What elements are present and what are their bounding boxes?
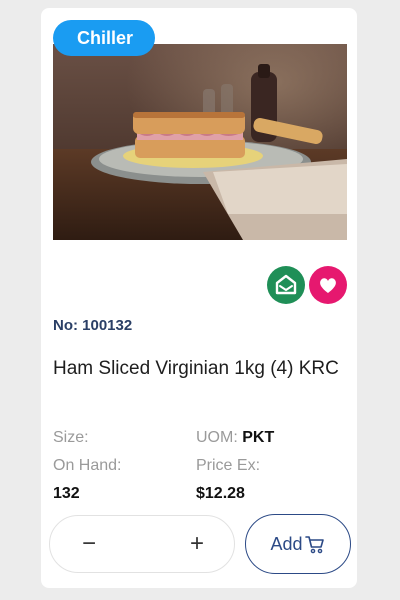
category-badge: Chiller — [53, 20, 156, 56]
on-hand-value: 132 — [53, 485, 80, 502]
price-value: $12.28 — [196, 485, 245, 502]
home-location-icon[interactable] — [267, 266, 305, 304]
uom-label: UOM: — [196, 429, 238, 446]
action-icons — [267, 266, 347, 304]
size-label: Size: — [53, 429, 89, 446]
add-button-label: Add — [270, 533, 303, 554]
product-card: Chiller No: 100132 Ham Sliced Virginian … — [41, 8, 357, 588]
uom-row: UOM: PKT — [196, 426, 349, 450]
on-hand-label: On Hand: — [53, 457, 122, 474]
price-label: Price Ex: — [196, 457, 261, 474]
product-number: No: 100132 — [53, 317, 133, 334]
quantity-stepper: − + — [49, 515, 235, 573]
product-details: Size: UOM: PKT On Hand: Price Ex: 132 $1… — [53, 426, 349, 506]
decrement-button[interactable]: − — [64, 516, 114, 572]
add-to-cart-button[interactable]: Add — [245, 514, 351, 574]
product-name[interactable]: Ham Sliced Virginian 1kg (4) KRC — [53, 353, 343, 384]
uom-value: PKT — [242, 429, 275, 446]
cart-icon — [304, 536, 324, 554]
product-image[interactable] — [53, 44, 347, 240]
increment-button[interactable]: + — [172, 516, 222, 572]
heart-icon[interactable] — [309, 266, 347, 304]
